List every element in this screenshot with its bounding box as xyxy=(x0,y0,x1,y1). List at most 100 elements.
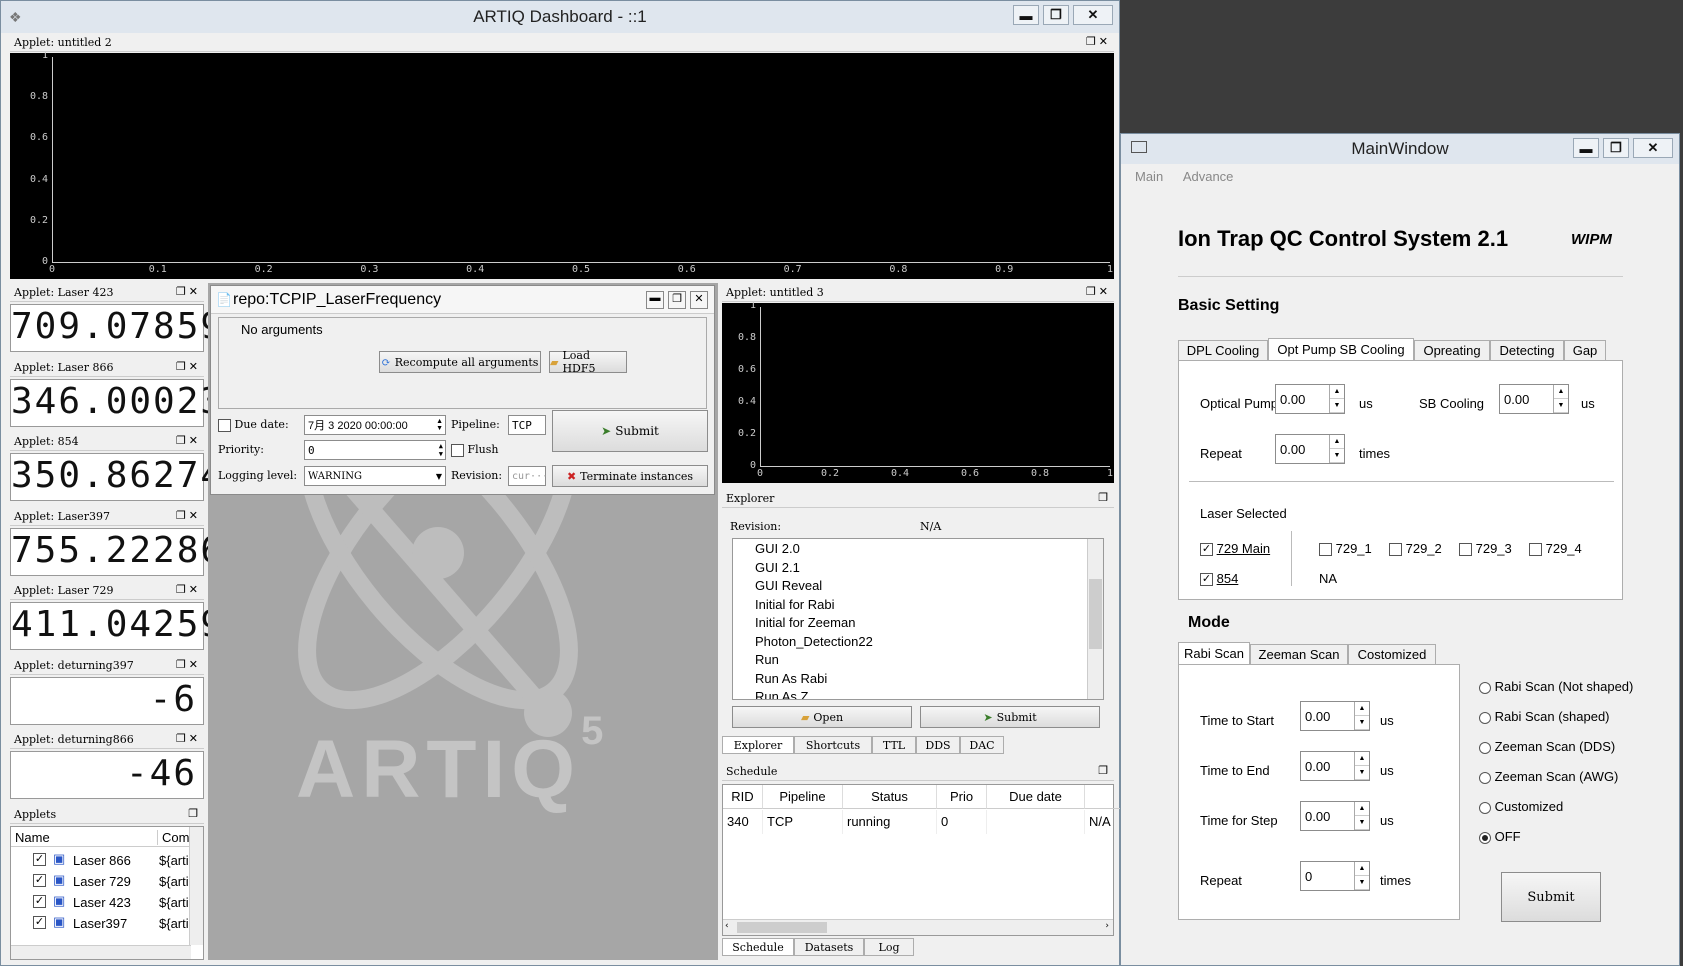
laser-729-checkbox[interactable] xyxy=(1389,543,1402,557)
explorer-item[interactable]: Initial for Rabi xyxy=(755,597,834,612)
mode-tab[interactable]: Rabi Scan xyxy=(1178,642,1250,665)
schedule-cell[interactable]: TCP xyxy=(763,810,843,834)
laser-729-checkbox[interactable] xyxy=(1529,543,1542,557)
schedule-tab[interactable]: Datasets xyxy=(794,938,864,956)
mode-field-input[interactable]: 0.00 ▲ ▼ xyxy=(1300,701,1370,731)
applet-enable-checkbox[interactable]: ✓ xyxy=(33,853,46,866)
mw-minimize-button[interactable]: ▬ xyxy=(1573,138,1599,158)
laser-729-checkbox[interactable] xyxy=(1319,543,1332,557)
laser-729-option[interactable]: 729_4 xyxy=(1529,541,1582,557)
maximize-button[interactable]: ❐ xyxy=(1043,5,1069,25)
mode-radio-option[interactable]: Customized xyxy=(1479,799,1563,814)
plot-untitled3[interactable]: 1 0.8 0.6 0.4 0.2 0 0 0.2 0.4 0.6 0.8 1 xyxy=(722,300,1114,483)
applet-row[interactable]: ✓ ▣ Laser 423 ${arti xyxy=(11,893,191,913)
mw-close-button[interactable]: ✕ xyxy=(1633,138,1673,158)
explorer-submit-button[interactable]: ➤ Submit xyxy=(920,706,1100,728)
applet-row[interactable]: ✓ ▣ Laser 729 ${arti xyxy=(11,872,191,892)
applet-enable-checkbox[interactable]: ✓ xyxy=(33,895,46,908)
applet-enable-checkbox[interactable]: ✓ xyxy=(33,916,46,929)
schedule-col-header[interactable]: Due date xyxy=(987,785,1085,809)
schedule-col-header[interactable]: Status xyxy=(843,785,937,809)
radio-button[interactable] xyxy=(1479,741,1491,754)
close-button[interactable]: ✕ xyxy=(1073,5,1113,25)
applets-vscrollbar[interactable] xyxy=(189,827,203,945)
mode-tab[interactable]: Costomized xyxy=(1348,644,1436,665)
radio-button[interactable] xyxy=(1479,681,1491,694)
exp-minimize-button[interactable]: ▬ xyxy=(646,291,664,309)
mode-radio-option[interactable]: Zeeman Scan (AWG) xyxy=(1479,769,1618,784)
schedule-cell[interactable]: 0 xyxy=(937,810,987,834)
radio-button[interactable] xyxy=(1479,801,1491,814)
plot-untitled2[interactable]: 1 0.8 0.6 0.4 0.2 0 0 0.1 0.2 0.3 0.4 0.5 0.6 0.7 0.8 0… xyxy=(10,50,1114,279)
float-icon[interactable]: ❐ xyxy=(1098,491,1111,504)
mode-field-input[interactable]: 0 ▲ ▼ xyxy=(1300,861,1370,891)
laser-854-label[interactable]: 854 xyxy=(1217,571,1239,586)
revision-field[interactable]: cur··· xyxy=(508,466,548,486)
explorer-item[interactable]: Initial for Zeeman xyxy=(755,615,855,630)
schedule-cell[interactable]: 340 xyxy=(723,810,763,834)
mw-maximize-button[interactable]: ❐ xyxy=(1603,138,1629,158)
laser-729-option[interactable]: 729_1 xyxy=(1319,541,1372,557)
laser-854-checkbox[interactable]: ✓ xyxy=(1200,573,1213,587)
mode-submit-button[interactable]: Submit xyxy=(1501,872,1601,922)
exp-close-button[interactable]: ✕ xyxy=(690,291,708,309)
terminate-button[interactable]: ✖ Terminate instances xyxy=(552,465,708,487)
float-close-icons[interactable]: ❐✕ xyxy=(176,583,201,596)
logging-select[interactable]: WARNING ▼ xyxy=(304,466,446,486)
explorer-item[interactable]: GUI 2.1 xyxy=(755,560,800,575)
flush-checkbox[interactable] xyxy=(451,443,464,457)
radio-button[interactable] xyxy=(1479,831,1491,844)
laser-729-option[interactable]: 729_3 xyxy=(1459,541,1512,557)
float-close-icons[interactable]: ❐✕ xyxy=(176,509,201,522)
col-name[interactable]: Name xyxy=(15,830,50,845)
due-date-checkbox[interactable] xyxy=(218,418,231,432)
applet-enable-checkbox[interactable]: ✓ xyxy=(33,874,46,887)
explorer-item[interactable]: Run As Z... xyxy=(755,689,819,699)
menu-advance[interactable]: Advance xyxy=(1183,169,1234,184)
basic-setting-tab[interactable]: DPL Cooling xyxy=(1178,340,1268,361)
mode-tab[interactable]: Zeeman Scan xyxy=(1250,644,1348,665)
explorer-tab[interactable]: Shortcuts xyxy=(794,736,872,754)
sb-cooling-input[interactable]: 0.00 ▲ ▼ xyxy=(1499,384,1569,414)
schedule-hscrollbar[interactable]: ‹ › xyxy=(723,919,1113,935)
schedule-tab[interactable]: Log xyxy=(864,938,914,956)
float-close-icons[interactable]: ❐✕ xyxy=(176,658,201,671)
optical-pump-input[interactable]: 0.00 ▲ ▼ xyxy=(1275,384,1345,414)
applets-hscrollbar[interactable] xyxy=(11,945,191,959)
pipeline-field[interactable]: TCP xyxy=(508,415,546,435)
repeat-input[interactable]: 0.00 ▲ ▼ xyxy=(1275,434,1345,464)
laser-729-option[interactable]: 729_2 xyxy=(1389,541,1442,557)
float-icon[interactable]: ❐ xyxy=(188,807,201,820)
laser-729-main-checkbox[interactable]: ✓ xyxy=(1200,543,1213,557)
applet-row[interactable]: ✓ ▣ Laser397 ${arti xyxy=(11,914,191,934)
explorer-tab[interactable]: DDS xyxy=(916,736,960,754)
float-close-icons[interactable]: ❐✕ xyxy=(176,732,201,745)
float-close-icons[interactable]: ❐✕ xyxy=(176,434,201,447)
due-date-field[interactable]: 7月 3 2020 00:00:00 ▲ ▼ xyxy=(304,415,446,435)
radio-button[interactable] xyxy=(1479,771,1491,784)
mode-radio-option[interactable]: Rabi Scan (Not shaped) xyxy=(1479,679,1633,694)
submit-button[interactable]: ➤ Submit xyxy=(552,410,708,452)
float-close-icons[interactable]: ❐✕ xyxy=(1086,285,1111,298)
schedule-col-header[interactable]: Prio xyxy=(937,785,987,809)
recompute-button[interactable]: ⟳ Recompute all arguments xyxy=(379,351,541,373)
applet-row[interactable]: ✓ ▣ Laser 866 ${arti xyxy=(11,851,191,871)
explorer-item[interactable]: GUI Reveal xyxy=(755,578,822,593)
load-hdf5-button[interactable]: ▰ Load HDF5 xyxy=(549,349,627,375)
col-command[interactable]: Com xyxy=(157,830,189,845)
basic-setting-tab[interactable]: Opt Pump SB Cooling xyxy=(1268,338,1414,361)
schedule-cell[interactable] xyxy=(987,810,1085,834)
schedule-col-header[interactable]: RID xyxy=(723,785,763,809)
mode-radio-option[interactable]: Zeeman Scan (DDS) xyxy=(1479,739,1615,754)
schedule-cell[interactable]: running xyxy=(843,810,937,834)
basic-setting-tab[interactable]: Gap xyxy=(1564,340,1606,361)
explorer-item[interactable]: Run As Rabi xyxy=(755,671,827,686)
basic-setting-tab[interactable]: Detecting xyxy=(1490,340,1564,361)
exp-maximize-button[interactable]: ❐ xyxy=(668,291,686,309)
explorer-tab[interactable]: TTL xyxy=(872,736,916,754)
explorer-tab[interactable]: Explorer xyxy=(722,736,794,754)
mode-field-input[interactable]: 0.00 ▲ ▼ xyxy=(1300,801,1370,831)
explorer-item[interactable]: Run xyxy=(755,652,779,667)
float-icon[interactable]: ❐ xyxy=(1098,764,1111,777)
open-button[interactable]: ▰ Open xyxy=(732,706,912,728)
